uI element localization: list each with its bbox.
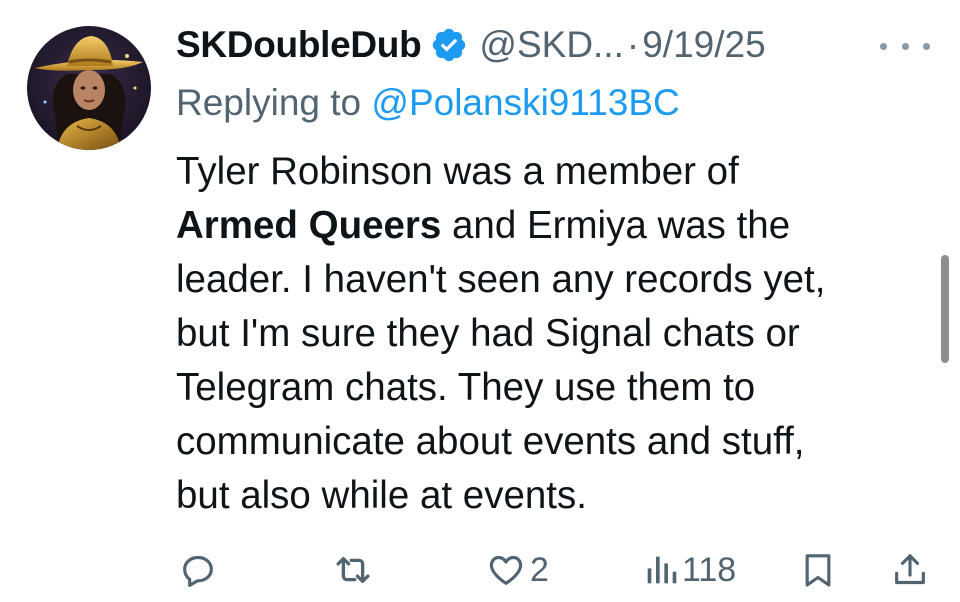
user-handle[interactable]: @SKD... [479, 20, 623, 70]
replying-to: Replying to @Polanski9113BC [176, 78, 680, 128]
tweet-text-line: but I'm sure they had Signal chats or [176, 312, 800, 355]
verified-badge-icon[interactable] [430, 26, 468, 64]
tweet-text-line: Telegram chats. They use them to [176, 366, 756, 409]
tweet-text-line: leader. I haven't seen any records yet, [176, 258, 826, 301]
retweet-icon [332, 549, 374, 591]
bookmark-button[interactable] [798, 548, 838, 592]
tweet-header: SKDoubleDub @SKD... · 9/19/25 [176, 20, 766, 70]
tweet-text-line: Tyler Robinson was a member of [176, 150, 739, 193]
reply-icon [178, 550, 218, 590]
like-count: 2 [530, 550, 549, 589]
avatar[interactable] [27, 26, 151, 150]
bookmark-icon [798, 550, 838, 590]
reply-button[interactable] [178, 548, 222, 592]
tweet-text-line: communicate about events and stuff, [176, 420, 805, 463]
tweet-text-line: Armed Queers and Ermiya was the [176, 199, 916, 253]
display-name[interactable]: SKDoubleDub [176, 20, 422, 70]
tweet-text-fragment: and Ermiya was the [441, 204, 791, 247]
tweet-text-line: but also while at events. [176, 474, 587, 517]
heart-icon [486, 550, 526, 590]
more-icon[interactable] [880, 28, 930, 64]
views-button[interactable]: 118 [644, 548, 736, 592]
like-button[interactable]: 2 [486, 548, 549, 592]
views-count: 118 [682, 550, 737, 589]
avatar-image [27, 26, 151, 150]
bold-text: Armed Queers [176, 204, 442, 247]
scrollbar[interactable] [941, 255, 949, 363]
share-icon [890, 550, 930, 590]
tweet-text: Tyler Robinson was a member of Armed Que… [176, 145, 916, 523]
tweet-date[interactable]: 9/19/25 [642, 20, 765, 70]
replying-mention-link[interactable]: @Polanski9113BC [371, 82, 679, 123]
share-button[interactable] [890, 548, 930, 592]
action-bar: 2 118 [0, 548, 960, 592]
separator-dot: · [626, 24, 640, 65]
views-icon [644, 550, 678, 590]
replying-prefix: Replying to [176, 82, 372, 123]
retweet-button[interactable] [332, 548, 378, 592]
